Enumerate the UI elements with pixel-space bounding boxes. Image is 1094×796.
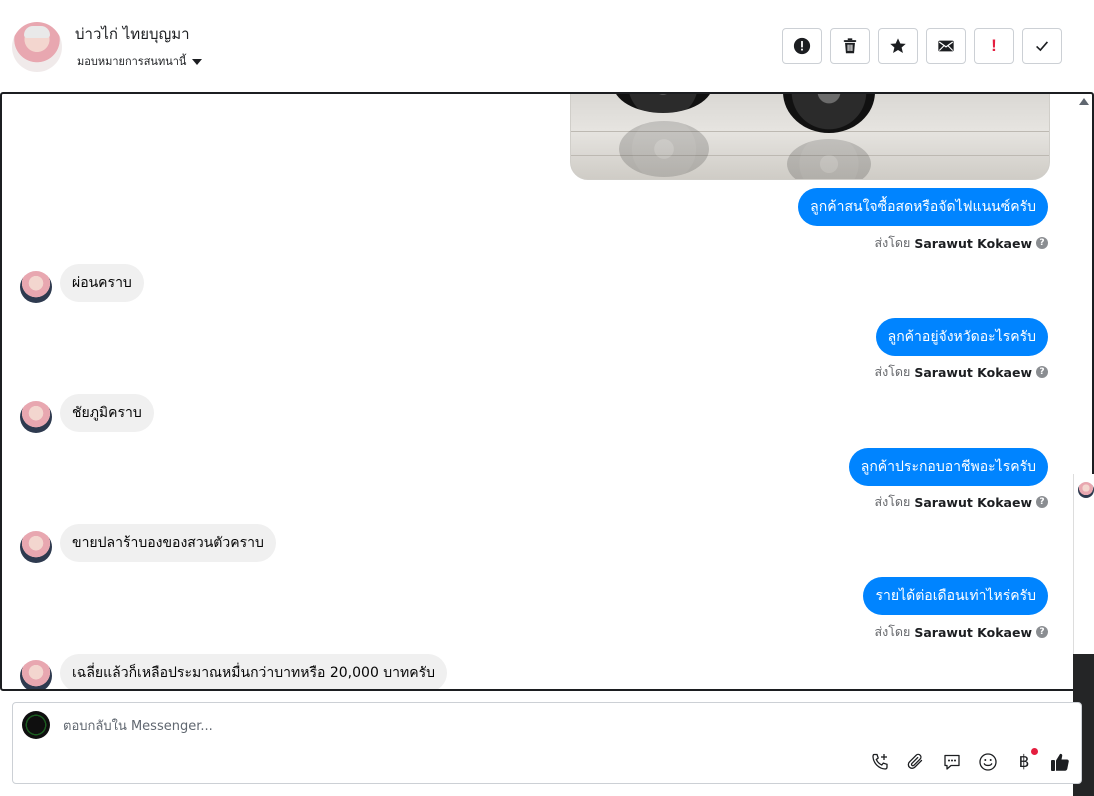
incoming-message[interactable]: ผ่อนคราบ — [60, 264, 144, 302]
outgoing-message[interactable]: ลูกค้าอยู่จังหวัดอะไรครับ — [875, 318, 1048, 356]
help-icon[interactable]: ? — [1036, 237, 1048, 249]
image-attachment[interactable] — [570, 94, 1050, 180]
help-icon[interactable]: ? — [1036, 366, 1048, 378]
contact-avatar-mini[interactable] — [1078, 482, 1094, 498]
contact-avatar-small[interactable] — [20, 660, 52, 689]
outgoing-message[interactable]: ลูกค้าประกอบอาชีพอะไรครับ — [848, 448, 1048, 486]
conversation-toolbar: ! — [782, 28, 1062, 64]
check-icon — [1036, 41, 1049, 52]
sent-by-prefix: ส่งโดย — [874, 235, 911, 250]
reply-composer: ฿ — [12, 702, 1082, 784]
contact-avatar-small[interactable] — [20, 271, 52, 303]
contact-avatar-small[interactable] — [20, 531, 52, 563]
star-icon — [890, 38, 906, 54]
paperclip-icon — [907, 753, 923, 769]
saved-replies-button[interactable] — [941, 751, 963, 773]
trash-icon — [843, 38, 857, 54]
tire-reflection — [787, 139, 871, 179]
exclamation-circle-icon — [793, 37, 811, 55]
like-button[interactable] — [1049, 751, 1071, 773]
assign-conversation-dropdown[interactable]: มอบหมายการสนทนานี้ — [77, 52, 203, 70]
sender-name[interactable]: Sarawut Kokaew — [914, 365, 1032, 380]
tire-reflection — [619, 121, 709, 177]
attach-button[interactable] — [905, 751, 927, 773]
payment-button[interactable]: ฿ — [1013, 748, 1038, 773]
contact-avatar[interactable] — [12, 22, 62, 72]
contact-name[interactable]: บ่าวไก่ ไทยบุญมา — [75, 22, 190, 46]
incoming-message[interactable]: เฉลี่ยแล้วก็เหลือประมาณหมื่นกว่าบาทหรือ … — [60, 654, 448, 689]
star-button[interactable] — [878, 28, 918, 64]
mark-done-button[interactable] — [1022, 28, 1062, 64]
call-add-button[interactable] — [869, 751, 891, 773]
help-icon[interactable]: ? — [1036, 496, 1048, 508]
mark-unread-button[interactable] — [926, 28, 966, 64]
chat-bubble-icon — [944, 754, 960, 770]
thumbs-up-icon — [1051, 753, 1069, 771]
emoji-button[interactable] — [977, 751, 999, 773]
outgoing-message[interactable]: ลูกค้าสนใจซื้อสดหรือจัดไฟแนนซ์ครับ — [798, 188, 1048, 226]
conversation-header: บ่าวไก่ ไทยบุญมา มอบหมายการสนทนานี้ ! — [0, 0, 1094, 92]
sent-by-prefix: ส่งโดย — [874, 364, 911, 379]
report-button[interactable] — [782, 28, 822, 64]
scroll-up-arrow-icon[interactable] — [1079, 98, 1089, 105]
help-icon[interactable]: ? — [1036, 626, 1048, 638]
smiley-icon — [979, 753, 997, 771]
tire-graphic — [783, 94, 875, 133]
envelope-icon — [938, 40, 954, 52]
sent-by-label: ส่งโดย Sarawut Kokaew ? — [874, 233, 1048, 253]
sender-name[interactable]: Sarawut Kokaew — [914, 236, 1032, 251]
notification-dot — [1031, 748, 1038, 755]
contact-avatar-small[interactable] — [20, 401, 52, 433]
sent-by-label: ส่งโดย Sarawut Kokaew ? — [874, 492, 1048, 512]
sender-name[interactable]: Sarawut Kokaew — [914, 495, 1032, 510]
sender-name[interactable]: Sarawut Kokaew — [914, 625, 1032, 640]
phone-plus-icon — [872, 753, 888, 770]
outgoing-message[interactable]: รายได้ต่อเดือนเท่าไหร่ครับ — [863, 577, 1048, 615]
spam-label: ! — [991, 36, 997, 55]
message-thread[interactable]: ลูกค้าสนใจซื้อสดหรือจัดไฟแนนซ์ครับ ส่งโด… — [0, 92, 1094, 691]
reply-input[interactable] — [63, 715, 763, 737]
delete-button[interactable] — [830, 28, 870, 64]
composer-actions: ฿ — [869, 748, 1071, 773]
incoming-message[interactable]: ชัยภูมิคราบ — [60, 394, 154, 432]
spam-button[interactable]: ! — [974, 28, 1014, 64]
tire-graphic — [613, 94, 713, 113]
incoming-message[interactable]: ขายปลาร้าบองของสวนตัวคราบ — [60, 524, 276, 562]
caret-down-icon — [192, 58, 203, 65]
assign-label: มอบหมายการสนทนานี้ — [77, 55, 187, 68]
page-avatar — [22, 711, 50, 739]
sent-by-prefix: ส่งโดย — [874, 624, 911, 639]
sent-by-label: ส่งโดย Sarawut Kokaew ? — [874, 362, 1048, 382]
sent-by-prefix: ส่งโดย — [874, 494, 911, 509]
sent-by-label: ส่งโดย Sarawut Kokaew ? — [874, 622, 1048, 642]
